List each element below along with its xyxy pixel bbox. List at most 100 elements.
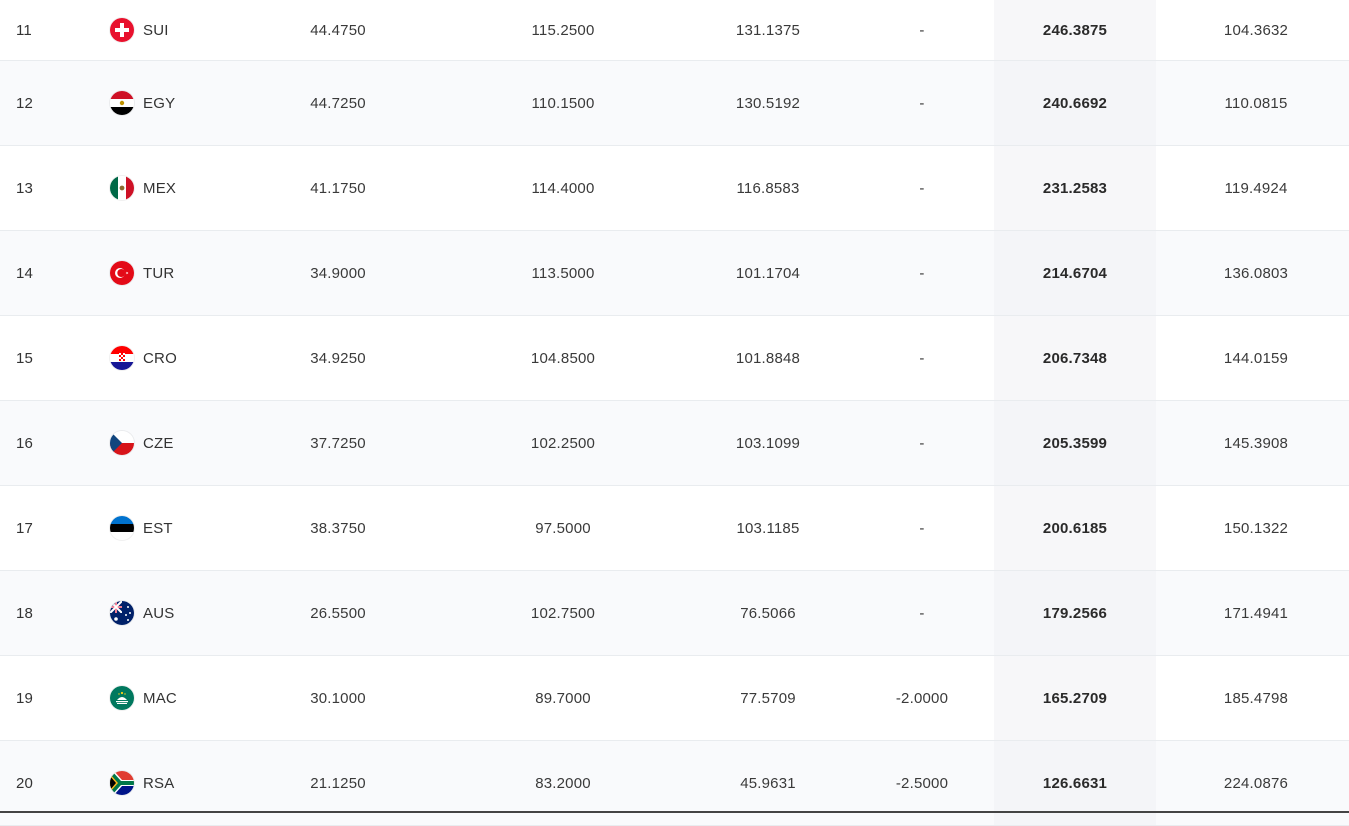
score-cell: 103.1185 bbox=[736, 519, 800, 537]
nation-cell[interactable]: CRO bbox=[110, 316, 250, 400]
score-cell: 113.5000 bbox=[531, 264, 595, 282]
rank-cell: 15 bbox=[16, 349, 34, 367]
estonia-flag-icon bbox=[110, 516, 134, 540]
country-code: CZE bbox=[143, 434, 174, 452]
table-row[interactable]: 18 AUS 26.5500 102.7500 76.5066 - 179.25… bbox=[0, 571, 1349, 656]
egypt-flag-icon bbox=[110, 91, 134, 115]
total-cell: 214.6704 bbox=[994, 231, 1156, 315]
gap-cell: 119.4924 bbox=[1224, 179, 1288, 197]
score-cell: 131.1375 bbox=[735, 21, 801, 39]
score-cell: 44.4750 bbox=[310, 21, 366, 39]
country-code: RSA bbox=[143, 774, 175, 792]
penalty-cell: - bbox=[919, 519, 925, 537]
score-cell: 97.5000 bbox=[535, 519, 591, 537]
country-code: CRO bbox=[143, 349, 177, 367]
table-row[interactable]: 16 CZE 37.7250 102.2500 103.1099 - 205.3… bbox=[0, 401, 1349, 486]
table-row[interactable]: 14 TUR 34.9000 113.5000 101.1704 - 214.6… bbox=[0, 231, 1349, 316]
australia-flag-icon bbox=[110, 601, 134, 625]
score-cell: 38.3750 bbox=[310, 519, 366, 537]
country-code: MEX bbox=[143, 179, 177, 197]
table-row[interactable]: 15 CRO 34.9250 104.8500 101.8848 - 206.7… bbox=[0, 316, 1349, 401]
nation-cell[interactable]: AUS bbox=[110, 571, 250, 655]
score-cell: 44.7250 bbox=[310, 94, 366, 112]
penalty-cell: - bbox=[919, 179, 925, 197]
score-cell: 116.8583 bbox=[736, 179, 800, 197]
gap-cell: 110.0815 bbox=[1224, 94, 1288, 112]
penalty-cell: - bbox=[919, 349, 925, 367]
total-cell: 206.7348 bbox=[994, 316, 1156, 400]
score-cell: 30.1000 bbox=[310, 689, 366, 707]
country-code: SUI bbox=[143, 21, 169, 39]
nation-cell[interactable]: EGY bbox=[110, 61, 250, 145]
table-row[interactable]: 19 MAC 30.1000 89.7000 77.5709 -2.0000 1… bbox=[0, 656, 1349, 741]
table-row[interactable]: 12 EGY 44.7250 110.1500 130.5192 - 240.6… bbox=[0, 61, 1349, 146]
gap-cell: 144.0159 bbox=[1223, 349, 1289, 367]
score-cell: 37.7250 bbox=[310, 434, 366, 452]
standings-table: 11 SUI 44.4750 115.2500 131.1375 - 246.3… bbox=[0, 0, 1349, 826]
table-row[interactable]: 20 RSA 21.1250 83.2000 45.9631 -2.5000 1… bbox=[0, 741, 1349, 826]
rank-cell: 13 bbox=[16, 179, 34, 197]
rank-cell: 11 bbox=[16, 21, 32, 39]
score-cell: 103.1099 bbox=[735, 434, 801, 452]
switzerland-flag-icon bbox=[110, 18, 134, 42]
turkey-flag-icon bbox=[110, 261, 134, 285]
gap-cell: 185.4798 bbox=[1223, 689, 1289, 707]
score-cell: 26.5500 bbox=[310, 604, 366, 622]
score-cell: 101.8848 bbox=[735, 349, 801, 367]
country-code: MAC bbox=[143, 689, 177, 707]
penalty-cell: - bbox=[919, 264, 925, 282]
table-row[interactable]: 11 SUI 44.4750 115.2500 131.1375 - 246.3… bbox=[0, 0, 1349, 61]
penalty-cell: - bbox=[919, 94, 925, 112]
score-cell: 114.4000 bbox=[531, 179, 595, 197]
score-cell: 102.7500 bbox=[530, 604, 596, 622]
score-cell: 76.5066 bbox=[740, 604, 796, 622]
score-cell: 41.1750 bbox=[310, 179, 366, 197]
czech-flag-icon bbox=[110, 431, 134, 455]
nation-cell[interactable]: MAC bbox=[110, 656, 250, 740]
gap-cell: 171.4941 bbox=[1223, 604, 1289, 622]
rank-cell: 12 bbox=[16, 94, 34, 112]
score-cell: 34.9000 bbox=[310, 264, 366, 282]
croatia-flag-icon bbox=[110, 346, 134, 370]
nation-cell[interactable]: EST bbox=[110, 486, 250, 570]
total-cell: 165.2709 bbox=[994, 656, 1156, 740]
penalty-cell: - bbox=[919, 434, 925, 452]
gap-cell: 104.3632 bbox=[1223, 21, 1289, 39]
nation-cell[interactable]: TUR bbox=[110, 231, 250, 315]
mexico-flag-icon bbox=[110, 176, 134, 200]
gap-cell: 136.0803 bbox=[1223, 264, 1289, 282]
nation-cell[interactable]: CZE bbox=[110, 401, 250, 485]
country-code: EGY bbox=[143, 94, 176, 112]
rank-cell: 19 bbox=[16, 689, 34, 707]
nation-cell[interactable]: SUI bbox=[110, 0, 250, 60]
score-cell: 130.5192 bbox=[735, 94, 801, 112]
country-code: TUR bbox=[143, 264, 175, 282]
country-code: AUS bbox=[143, 604, 175, 622]
penalty-cell: - bbox=[919, 604, 925, 622]
score-cell: 101.1704 bbox=[735, 264, 801, 282]
score-cell: 102.2500 bbox=[530, 434, 596, 452]
south-africa-flag-icon bbox=[110, 771, 134, 795]
penalty-cell: - bbox=[919, 21, 925, 39]
table-row[interactable]: 17 EST 38.3750 97.5000 103.1185 - 200.61… bbox=[0, 486, 1349, 571]
score-cell: 110.1500 bbox=[531, 94, 595, 112]
gap-cell: 150.1322 bbox=[1223, 519, 1289, 537]
total-cell: 231.2583 bbox=[994, 146, 1156, 230]
macau-flag-icon bbox=[110, 686, 134, 710]
country-code: EST bbox=[143, 519, 173, 537]
rank-cell: 17 bbox=[16, 519, 34, 537]
rank-cell: 18 bbox=[16, 604, 34, 622]
table-row[interactable]: 13 MEX 41.1750 114.4000 116.8583 - 231.2… bbox=[0, 146, 1349, 231]
score-cell: 77.5709 bbox=[740, 689, 796, 707]
score-cell: 34.9250 bbox=[310, 349, 366, 367]
total-cell: 205.3599 bbox=[994, 401, 1156, 485]
score-cell: 115.2500 bbox=[531, 21, 595, 39]
gap-cell: 145.3908 bbox=[1223, 434, 1289, 452]
nation-cell[interactable]: MEX bbox=[110, 146, 250, 230]
total-cell: 200.6185 bbox=[994, 486, 1156, 570]
rank-cell: 16 bbox=[16, 434, 34, 452]
score-cell: 104.8500 bbox=[530, 349, 596, 367]
total-cell: 246.3875 bbox=[994, 0, 1156, 60]
rank-cell: 14 bbox=[16, 264, 34, 282]
score-cell: 89.7000 bbox=[535, 689, 591, 707]
